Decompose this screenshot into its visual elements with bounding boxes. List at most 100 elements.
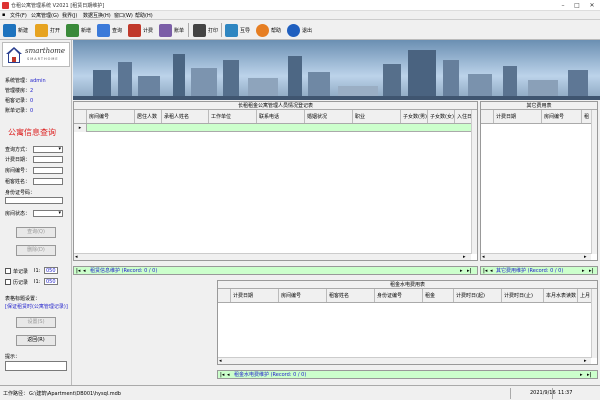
col-rent[interactable]: 租金	[423, 289, 454, 302]
toolbar-button-8[interactable]: 帮助	[256, 22, 281, 38]
table-title-setting-link[interactable]: [保证租赁时(公寓管理记录)]	[5, 303, 68, 310]
col-bill-date[interactable]: 计费日期	[231, 289, 279, 302]
rent-utility-grid: 租金水电费用表 计费日期 房间编号 租客姓名 身份证编号 租金 计费时日(起) …	[217, 280, 598, 365]
history-record-checkbox[interactable]	[5, 279, 11, 285]
exchange-icon	[225, 23, 238, 37]
nav-first-icon[interactable]: |◂	[76, 267, 80, 275]
toolbar-button-4[interactable]: 计费	[128, 22, 153, 38]
tenant-grid-navigator: |◂ ◂ 租赁信息维护 (Record: 0 / 0) ▸ ▸|	[73, 266, 478, 275]
nav-next-icon[interactable]: ▸	[460, 267, 463, 275]
menu-data-exchange[interactable]: 数据互换(H)	[83, 12, 111, 19]
nav-first-icon[interactable]: |◂	[220, 371, 224, 379]
nav-last-icon[interactable]: ▸|	[587, 371, 591, 379]
single-record-count-input[interactable]: 050	[44, 267, 58, 274]
nav-last-icon[interactable]: ▸|	[467, 267, 471, 275]
menu-file[interactable]: 文件(F)	[10, 12, 27, 19]
col-occupation[interactable]: 职业	[353, 110, 401, 123]
toolbar-button-3[interactable]: 查询	[97, 22, 122, 38]
col-employer[interactable]: 工作单位	[209, 110, 257, 123]
toolbar-button-2[interactable]: 新增	[66, 22, 91, 38]
menu-app-icon[interactable]: ▪	[2, 12, 5, 18]
info-admin: 系统管理：admin	[5, 78, 46, 84]
id-number-input[interactable]	[5, 197, 63, 204]
tenant-grid-vscroll[interactable]	[471, 110, 477, 254]
maximize-icon[interactable]: □	[570, 0, 584, 11]
toolbar-button-7[interactable]: 互导	[225, 22, 250, 38]
col-marital[interactable]: 婚姻状况	[305, 110, 353, 123]
col-checkin[interactable]: 入住日	[455, 110, 472, 123]
toolbar-separator	[221, 23, 222, 37]
table-row[interactable]	[87, 124, 472, 132]
col-period-start[interactable]: 计费时日(起)	[454, 289, 502, 302]
single-record-i1-label: I1:	[34, 268, 41, 274]
rent-utility-hscroll[interactable]: ◂ ▸	[218, 357, 591, 364]
toolbar-button-0[interactable]: 新建	[3, 22, 28, 38]
menu-window[interactable]: 窗口(W)	[114, 12, 133, 19]
col-water-this-month[interactable]: 本月水表读数	[544, 289, 578, 302]
title-bar: 仓租公寓管理系统 V2021 [租赁日期维护] – □ ✕	[0, 0, 600, 11]
city-skyline-banner	[73, 40, 600, 100]
exit-icon	[287, 23, 300, 37]
toolbar-button-6[interactable]: 打印	[193, 22, 218, 38]
path-label: 工作路径：	[3, 391, 29, 397]
room-status-select[interactable]	[33, 210, 63, 217]
col-fee-room[interactable]: 房间编号	[542, 110, 582, 123]
menu-help[interactable]: 帮助(H)	[135, 12, 153, 19]
other-fees-grid: 其它费用表 计费日期 房间编号 租 ◂ ▸	[480, 101, 598, 261]
col-room-no[interactable]: 房间编号	[87, 110, 135, 123]
col-tenant-name[interactable]: 承租人姓名	[162, 110, 209, 123]
other-fees-hscroll[interactable]: ◂ ▸	[481, 253, 591, 260]
col-period-end[interactable]: 计费时日(止)	[502, 289, 544, 302]
col-bill-id[interactable]: 身份证编号	[375, 289, 423, 302]
toolbar-button-5[interactable]: 账单	[159, 22, 184, 38]
header-indicator	[481, 110, 494, 123]
col-bill-tenant[interactable]: 租客姓名	[327, 289, 375, 302]
col-daughters[interactable]: 子女数(女)	[428, 110, 455, 123]
rent-utility-vscroll[interactable]	[591, 289, 597, 358]
toolbar-label: 打开	[50, 27, 61, 34]
query-mode-select[interactable]	[33, 146, 63, 153]
status-bar: 工作路径： G:\建筑\Apartment\DB001\hysql.mdb 20…	[0, 385, 600, 400]
bill-date-input[interactable]	[33, 156, 63, 163]
status-divider	[552, 388, 553, 399]
nav-prev-icon[interactable]: ◂	[83, 267, 86, 275]
info-tenants: 租客记录：0	[5, 98, 34, 104]
menu-view[interactable]: 我界(J)	[62, 12, 77, 19]
other-fees-vscroll[interactable]	[591, 110, 597, 254]
nav-first-icon[interactable]: |◂	[483, 267, 487, 275]
col-bill-room[interactable]: 房间编号	[279, 289, 327, 302]
calc-icon	[128, 23, 141, 37]
query-button[interactable]: 查询(Q)	[16, 227, 56, 238]
close-icon[interactable]: ✕	[585, 0, 599, 11]
delete-button[interactable]: 删除(D)	[16, 245, 56, 256]
nav-prev-icon[interactable]: ◂	[490, 267, 493, 275]
minimize-icon[interactable]: –	[556, 0, 570, 11]
nav-last-icon[interactable]: ▸|	[589, 267, 593, 275]
history-record-count-input[interactable]: 050	[44, 278, 58, 285]
help-icon	[256, 23, 269, 37]
label-id-number: 身份证号码：	[5, 190, 36, 196]
menu-apartment[interactable]: 公寓管理(G)	[31, 12, 59, 19]
single-record-checkbox[interactable]	[5, 268, 11, 274]
col-fee-date[interactable]: 计费日期	[494, 110, 542, 123]
table-title-setting-label: 表格标题设置：	[5, 296, 41, 302]
col-last-month[interactable]: 上月	[578, 289, 592, 302]
company-logo: smarthome SMARTHOME	[2, 42, 70, 67]
label-bill-date: 计费日期：	[5, 157, 31, 163]
info-buildings: 管理楼房：2	[5, 88, 34, 94]
toolbar-button-9[interactable]: 退出	[287, 22, 312, 38]
col-sons[interactable]: 子女数(男)	[401, 110, 428, 123]
col-phone[interactable]: 联系电话	[257, 110, 305, 123]
toolbar-button-1[interactable]: 打开	[35, 22, 60, 38]
nav-prev-icon[interactable]: ◂	[227, 371, 230, 379]
set-button[interactable]: 设置(S)	[16, 317, 56, 328]
status-time: 11:37	[558, 390, 573, 396]
toolbar-label: 退出	[302, 27, 313, 34]
tenant-grid-hscroll[interactable]: ◂ ▸	[74, 253, 471, 260]
return-button[interactable]: 返回(R)	[16, 335, 56, 346]
room-no-input[interactable]	[33, 167, 63, 174]
nav-next-icon[interactable]: ▸	[580, 371, 583, 379]
tenant-name-input[interactable]	[33, 178, 63, 185]
col-residents[interactable]: 居住人数	[135, 110, 162, 123]
nav-next-icon[interactable]: ▸	[582, 267, 585, 275]
